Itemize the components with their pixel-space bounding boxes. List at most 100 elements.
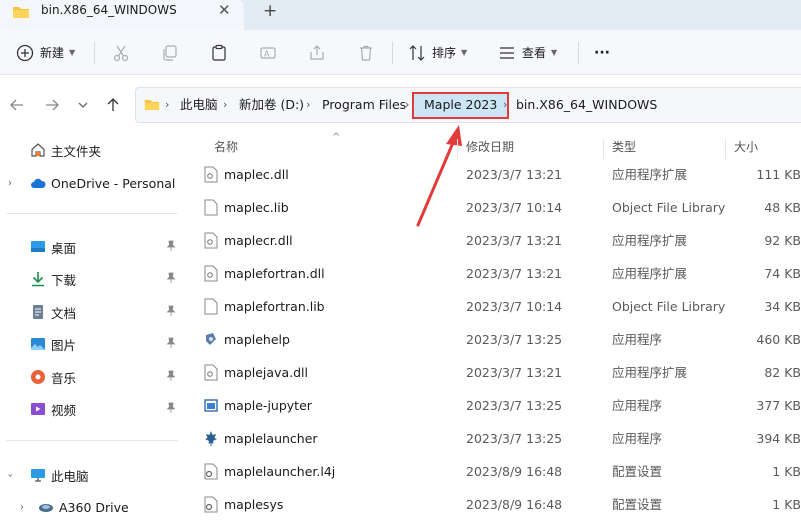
exe-icon — [206, 333, 216, 345]
view-button-label: 查看 — [522, 46, 547, 60]
breadcrumb-maple-2023[interactable]: Maple 2023 — [424, 88, 497, 122]
file-row[interactable]: maplec.dll 2023/3/7 13:21 应用程序扩展 111 KB — [185, 158, 801, 191]
view-button[interactable]: 查看 ▼ — [498, 30, 557, 75]
sidebar-item-videos[interactable]: 视频 — [0, 394, 185, 424]
rename-icon: A — [260, 46, 276, 59]
breadcrumb-separator[interactable]: › — [405, 88, 409, 122]
file-size: 460 KB — [756, 332, 801, 347]
file-row[interactable]: maplesys 2023/8/9 16:48 配置设置 1 KB — [185, 488, 801, 521]
column-header-date[interactable]: 修改日期 — [466, 135, 514, 159]
tab-strip: bin.X86_64_WINDOWS ✕ + — [0, 0, 801, 30]
pin-icon[interactable] — [165, 402, 177, 414]
file-row[interactable]: maplejava.dll 2023/3/7 13:21 应用程序扩展 82 K… — [185, 356, 801, 389]
breadcrumb-separator[interactable]: › — [223, 88, 227, 122]
sidebar-item-label: 视频 — [51, 402, 77, 418]
file-row[interactable]: maplehelp 2023/3/7 13:25 应用程序 460 KB — [185, 323, 801, 356]
file-type: 应用程序扩展 — [612, 167, 688, 182]
file-type: 应用程序扩展 — [612, 266, 688, 281]
up-button[interactable] — [103, 95, 123, 115]
arrow-right-icon — [46, 99, 59, 111]
breadcrumb-program-files[interactable]: Program Files — [322, 88, 406, 122]
folder-icon — [144, 100, 160, 110]
sidebar-item-home[interactable]: 主文件夹 — [0, 135, 185, 165]
breadcrumb-separator[interactable]: › — [165, 88, 169, 122]
column-header-type[interactable]: 类型 — [612, 135, 636, 159]
column-header-size[interactable]: 大小 — [734, 135, 758, 159]
breadcrumb-this-pc[interactable]: 此电脑 — [180, 88, 218, 122]
video-icon — [31, 403, 45, 415]
file-date: 2023/8/9 16:48 — [466, 497, 563, 512]
forward-button[interactable] — [42, 95, 62, 115]
delete-button[interactable] — [357, 30, 375, 75]
file-type: 应用程序 — [612, 398, 663, 413]
sidebar-item-desktop[interactable]: 桌面 — [0, 232, 185, 262]
new-tab-button[interactable]: + — [263, 0, 277, 22]
breadcrumb-drive-d[interactable]: 新加卷 (D:) — [239, 88, 304, 122]
pin-icon[interactable] — [165, 337, 177, 349]
copy-button[interactable] — [161, 30, 179, 75]
chevron-right-icon[interactable]: › — [8, 178, 12, 189]
pin-icon[interactable] — [165, 240, 177, 252]
file-name: maplecr.dll — [224, 233, 293, 248]
file-date: 2023/3/7 10:14 — [466, 200, 563, 215]
pin-icon[interactable] — [165, 305, 177, 317]
sidebar-item-a360-drive[interactable]: › A360 Drive — [0, 492, 185, 522]
copy-icon — [163, 44, 177, 61]
config-icon — [204, 463, 218, 480]
dll-icon — [204, 265, 218, 282]
share-button[interactable] — [308, 30, 326, 75]
sidebar-divider — [6, 440, 178, 441]
file-row[interactable]: maplelauncher.l4j 2023/8/9 16:48 配置设置 1 … — [185, 455, 801, 488]
sidebar-item-this-pc[interactable]: › 此电脑 — [0, 460, 185, 490]
dll-icon — [204, 232, 218, 249]
arrow-up-icon — [107, 98, 119, 111]
sidebar-item-music[interactable]: 音乐 — [0, 362, 185, 392]
sidebar-item-downloads[interactable]: 下载 — [0, 264, 185, 294]
file-size: 34 KB — [764, 299, 801, 314]
scissors-icon — [113, 45, 129, 61]
column-header-name[interactable]: 名称 — [214, 135, 238, 159]
dll-icon — [204, 166, 218, 183]
chevron-down-icon: ▼ — [551, 48, 558, 57]
sidebar-item-label: 此电脑 — [51, 468, 89, 484]
tab-current[interactable]: bin.X86_64_WINDOWS ✕ — [0, 0, 244, 30]
column-divider[interactable] — [457, 139, 458, 159]
recent-locations-button[interactable] — [73, 95, 93, 115]
file-name: maplefortran.dll — [224, 266, 325, 281]
sidebar-item-label: 音乐 — [51, 370, 77, 386]
file-row[interactable]: maplecr.dll 2023/3/7 13:21 应用程序扩展 92 KB — [185, 224, 801, 257]
cut-button[interactable] — [112, 30, 130, 75]
column-divider[interactable] — [725, 139, 726, 159]
sidebar-item-label: 桌面 — [51, 240, 77, 256]
sidebar-item-documents[interactable]: 文档 — [0, 297, 185, 327]
sidebar-item-onedrive[interactable]: › OneDrive - Personal — [0, 168, 185, 198]
file-row[interactable]: maplefortran.dll 2023/3/7 13:21 应用程序扩展 7… — [185, 257, 801, 290]
share-icon — [310, 44, 324, 60]
column-divider[interactable] — [603, 139, 604, 159]
file-row[interactable]: maplec.lib 2023/3/7 10:14 Object File Li… — [185, 191, 801, 224]
sidebar-item-label: 文档 — [51, 305, 77, 321]
close-icon[interactable]: ✕ — [218, 0, 231, 20]
sort-button[interactable]: 排序 ▼ — [408, 30, 467, 75]
file-size: 377 KB — [756, 398, 801, 413]
back-button[interactable] — [7, 95, 27, 115]
chevron-down-icon[interactable]: › — [5, 473, 16, 477]
file-row[interactable]: maple-jupyter 2023/3/7 13:25 应用程序 377 KB — [185, 389, 801, 422]
more-button[interactable]: ··· — [594, 30, 610, 75]
file-list: ^ 名称 修改日期 类型 大小 maplec.dll 2023/3/7 13:2… — [185, 132, 801, 528]
breadcrumb-separator[interactable]: › — [306, 88, 310, 122]
pin-icon[interactable] — [165, 370, 177, 382]
new-button[interactable]: 新建 ▼ — [16, 30, 75, 75]
chevron-right-icon[interactable]: › — [20, 502, 24, 513]
file-row[interactable]: maplelauncher 2023/3/7 13:25 应用程序 394 KB — [185, 422, 801, 455]
file-row[interactable]: maplefortran.lib 2023/3/7 10:14 Object F… — [185, 290, 801, 323]
file-size: 394 KB — [756, 431, 801, 446]
breadcrumb-current-folder[interactable]: bin.X86_64_WINDOWS — [516, 88, 657, 122]
breadcrumb-separator[interactable]: › — [503, 88, 507, 122]
sidebar-item-pictures[interactable]: 图片 — [0, 329, 185, 359]
pin-icon[interactable] — [165, 272, 177, 284]
maple-leaf-icon — [205, 431, 217, 446]
address-bar[interactable]: › 此电脑 › 新加卷 (D:) › Program Files › Maple… — [135, 87, 801, 123]
rename-button[interactable]: A — [259, 30, 277, 75]
paste-button[interactable] — [210, 30, 228, 75]
